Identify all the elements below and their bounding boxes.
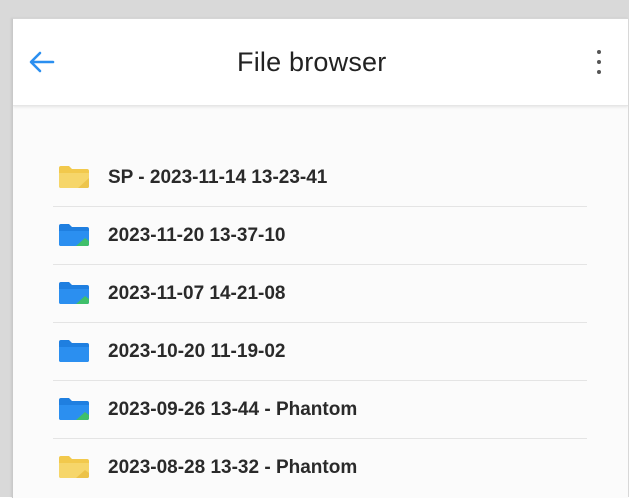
folder-blue-icon (59, 398, 89, 420)
folder-row[interactable]: 2023-08-28 13-32 - Phantom (53, 439, 587, 496)
folder-blue-icon (59, 340, 89, 362)
folder-row[interactable]: 2023-11-07 14-21-08 (53, 265, 587, 323)
folder-yellow-icon (59, 166, 89, 188)
folder-row[interactable]: 2023-11-20 13-37-10 (53, 207, 587, 265)
folder-yellow-icon (59, 456, 89, 478)
more-vertical-icon (597, 50, 601, 54)
folder-name: 2023-11-20 13-37-10 (108, 225, 286, 246)
more-vertical-icon-dot (597, 70, 601, 74)
screen-frame: File browser SP - 2023-11-14 13-23-41 20… (0, 0, 629, 498)
folder-row[interactable]: 2023-09-26 13-44 - Phantom (53, 381, 587, 439)
file-browser-window: File browser SP - 2023-11-14 13-23-41 20… (12, 18, 628, 498)
folder-name: SP - 2023-11-14 13-23-41 (108, 167, 328, 188)
more-options-button[interactable] (587, 47, 611, 77)
app-bar: File browser (13, 19, 628, 106)
folder-name: 2023-08-28 13-32 - Phantom (108, 457, 358, 478)
folder-name: 2023-10-20 11-19-02 (108, 341, 286, 362)
folder-list-area: SP - 2023-11-14 13-23-41 2023-11-20 13-3… (13, 106, 628, 498)
folder-blue-icon (59, 282, 89, 304)
folder-row[interactable]: 2023-10-20 11-19-02 (53, 323, 587, 381)
more-vertical-icon-dot (597, 60, 601, 64)
back-button[interactable] (25, 45, 59, 79)
page-title: File browser (237, 47, 387, 77)
folder-name: 2023-09-26 13-44 - Phantom (108, 399, 358, 420)
arrow-left-icon (29, 51, 55, 73)
folder-row[interactable]: SP - 2023-11-14 13-23-41 (53, 149, 587, 207)
folder-list: SP - 2023-11-14 13-23-41 2023-11-20 13-3… (53, 149, 587, 496)
folder-name: 2023-11-07 14-21-08 (108, 283, 286, 304)
folder-blue-icon (59, 224, 89, 246)
